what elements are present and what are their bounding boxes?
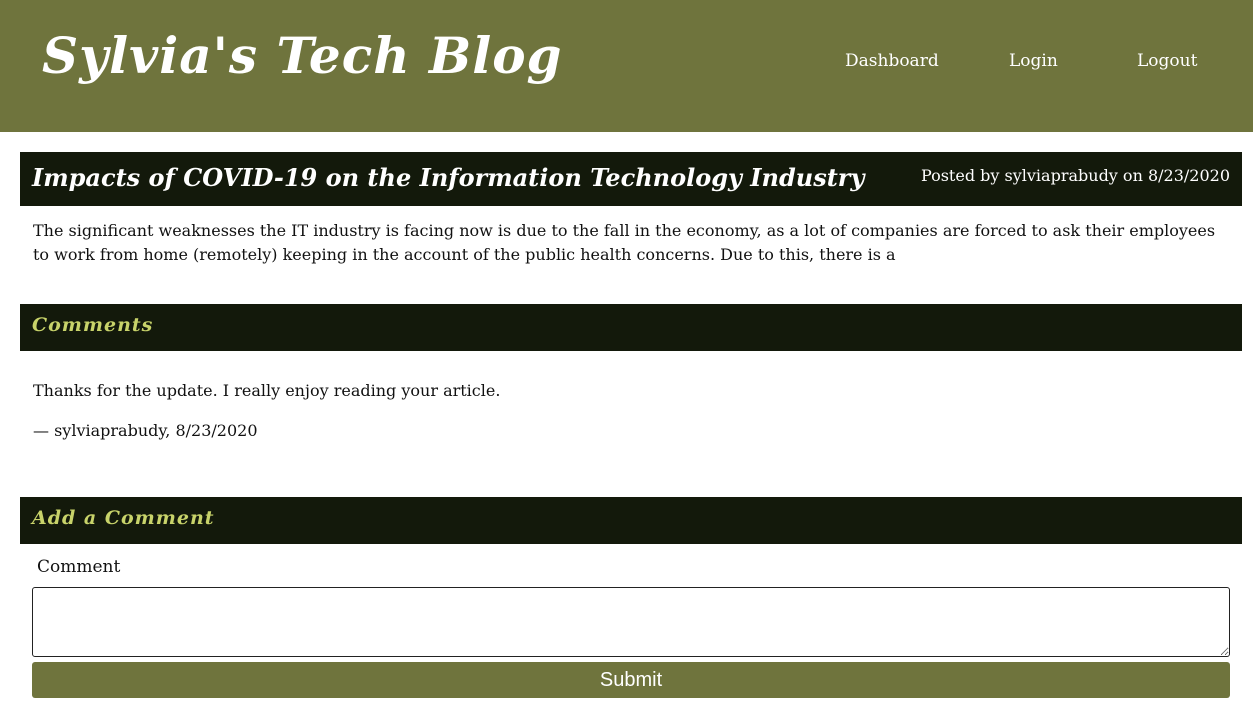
comment-text: Thanks for the update. I really enjoy re… — [33, 381, 501, 400]
comments-header-bar: Comments — [20, 304, 1242, 351]
add-comment-header-bar: Add a Comment — [20, 497, 1242, 544]
site-header: Sylvia's Tech Blog Dashboard Login Logou… — [0, 0, 1253, 132]
submit-button[interactable]: Submit — [32, 662, 1230, 698]
site-title[interactable]: Sylvia's Tech Blog — [42, 26, 563, 85]
post-body: The significant weaknesses the IT indust… — [33, 221, 1216, 264]
comment-attribution: — sylviaprabudy, 8/23/2020 — [33, 421, 258, 440]
nav-logout-link[interactable]: Logout — [1137, 51, 1197, 71]
nav-dashboard-link[interactable]: Dashboard — [845, 51, 939, 71]
comments-heading: Comments — [32, 314, 154, 336]
post-header-bar: Impacts of COVID-19 on the Information T… — [20, 152, 1242, 206]
post-title: Impacts of COVID-19 on the Information T… — [32, 163, 865, 192]
nav-login-link[interactable]: Login — [1009, 51, 1058, 71]
comment-field-label: Comment — [37, 557, 121, 577]
add-comment-heading: Add a Comment — [32, 507, 215, 529]
post-meta: Posted by sylviaprabudy on 8/23/2020 — [920, 166, 1230, 185]
comment-textarea[interactable] — [32, 587, 1230, 657]
